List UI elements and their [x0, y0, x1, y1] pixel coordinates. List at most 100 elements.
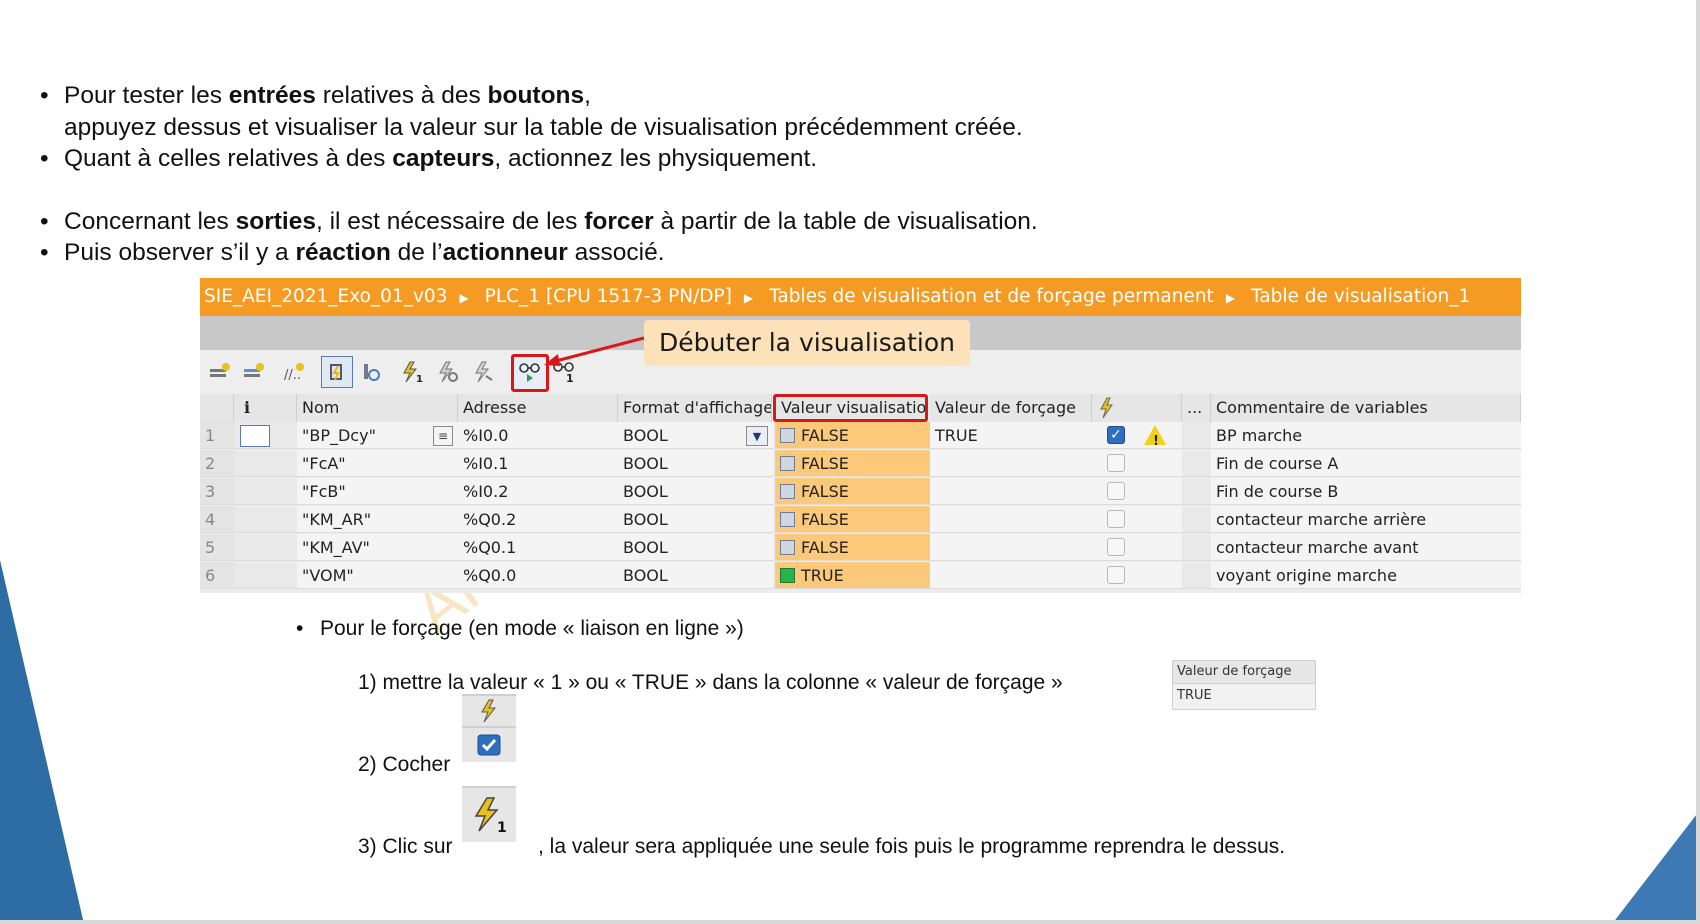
row-name-text: "VOM"	[302, 566, 354, 585]
row-name-text: "KM_AV"	[302, 538, 370, 557]
row-comment[interactable]: Fin de course A	[1211, 450, 1521, 477]
row-more	[1182, 534, 1211, 561]
row-comment[interactable]: Fin de course B	[1211, 478, 1521, 505]
row-address[interactable]: %I0.0	[458, 422, 618, 449]
col-address[interactable]: Adresse	[458, 394, 618, 422]
row-format[interactable]: BOOL	[618, 562, 773, 589]
text: appuyez dessus et visualiser la valeur s…	[64, 114, 1023, 141]
text: Quant à celles relatives à des	[64, 145, 393, 172]
row-name[interactable]: "FcA"	[297, 450, 458, 477]
row-format-text: BOOL	[623, 426, 668, 445]
breadcrumb-item[interactable]: Table de visualisation_1	[1247, 286, 1470, 307]
forcing-intro: • Pour le forçage (en mode « liaison en l…	[296, 616, 744, 642]
bullet-dot: •	[40, 208, 49, 235]
row-comment[interactable]: contacteur marche avant	[1211, 534, 1521, 561]
slide-bottom-edge	[0, 920, 1700, 924]
row-format-text: BOOL	[623, 510, 668, 529]
row-force-value[interactable]	[930, 478, 1092, 505]
row-info	[234, 422, 297, 449]
row-name[interactable]: "KM_AV"	[297, 534, 458, 561]
force-once-icon[interactable]: 1	[396, 356, 428, 388]
row-name[interactable]: "VOM"	[297, 562, 458, 589]
row-selection-box[interactable]	[240, 425, 270, 447]
row-force-value[interactable]	[930, 506, 1092, 533]
row-address[interactable]: %Q0.2	[458, 506, 618, 533]
checked-checkbox-icon	[477, 734, 501, 756]
add-row-icon[interactable]	[238, 356, 270, 388]
force-checkbox[interactable]	[1107, 538, 1125, 556]
monitor-icon[interactable]	[321, 356, 353, 388]
row-format[interactable]: BOOL ▼	[618, 422, 773, 449]
row-comment[interactable]: contacteur marche arrière	[1211, 506, 1521, 533]
bullet-dot: •	[296, 617, 304, 640]
force-all-icon[interactable]	[468, 356, 500, 388]
row-monitor-value-text: FALSE	[801, 482, 849, 501]
bold-text: sorties	[235, 208, 316, 235]
col-info[interactable]: i	[234, 394, 297, 422]
row-info	[234, 450, 297, 477]
row-name[interactable]: "FcB"	[297, 478, 458, 505]
row-force-value[interactable]: TRUE	[930, 422, 1092, 449]
col-name[interactable]: Nom	[297, 394, 458, 422]
row-address[interactable]: %Q0.0	[458, 562, 618, 589]
bullet-line: appuyez dessus et visualiser la valeur s…	[40, 112, 1023, 144]
force-checkbox[interactable]	[1107, 454, 1125, 472]
table-row: 5 "KM_AV" %Q0.1 BOOL FALSE contacteur marche …	[200, 534, 1521, 562]
breadcrumb-separator-icon: ▶	[1225, 291, 1236, 305]
row-monitor-value: TRUE	[775, 562, 930, 589]
row-force-flag	[1092, 450, 1182, 477]
col-format[interactable]: Format d'affichage	[618, 394, 772, 422]
breadcrumb-item[interactable]: PLC_1 [CPU 1517-3 PN/DP]	[481, 286, 732, 307]
chevron-down-icon[interactable]: ▼	[746, 426, 768, 446]
history-icon[interactable]	[355, 356, 387, 388]
text: , actionnez les physiquement.	[494, 145, 818, 172]
row-format[interactable]: BOOL	[618, 450, 773, 477]
text: , il est nécessaire de les	[315, 208, 585, 235]
row-comment[interactable]: voyant origine marche	[1211, 562, 1521, 589]
row-format[interactable]: BOOL	[618, 506, 773, 533]
force-checkbox[interactable]	[1107, 482, 1125, 500]
row-format-text: BOOL	[623, 566, 668, 585]
row-more	[1182, 422, 1211, 449]
tag-list-icon[interactable]: ≡	[433, 426, 453, 446]
text: Puis observer s’il y a	[64, 239, 296, 266]
row-name[interactable]: "BP_Dcy" ≡	[297, 422, 458, 449]
row-address[interactable]: %I0.1	[458, 450, 618, 477]
row-monitor-value-text: TRUE	[801, 566, 844, 585]
row-force-value[interactable]	[930, 562, 1092, 589]
text: Pour tester les	[64, 82, 229, 109]
row-monitor-value: FALSE	[775, 506, 930, 533]
bullet-dot: •	[40, 82, 49, 109]
force-checkbox[interactable]	[1107, 566, 1125, 584]
modify-icon[interactable]	[432, 356, 464, 388]
breadcrumb-separator-icon: ▶	[743, 291, 754, 305]
row-force-value[interactable]	[930, 534, 1092, 561]
col-force-value[interactable]: Valeur de forçage	[930, 394, 1092, 422]
force-checkbox[interactable]: ✓	[1107, 426, 1125, 444]
row-force-flag	[1092, 534, 1182, 561]
row-comment[interactable]: BP marche	[1211, 422, 1521, 449]
row-address[interactable]: %I0.2	[458, 478, 618, 505]
row-format[interactable]: BOOL	[618, 534, 773, 561]
row-monitor-value: FALSE	[775, 450, 930, 477]
row-format[interactable]: BOOL	[618, 478, 773, 505]
watch-table-panel: SIE_AEI_2021_Exo_01_v03 ▶ PLC_1 [CPU 1517-…	[200, 278, 1521, 593]
row-monitor-value-text: FALSE	[801, 510, 849, 529]
row-name[interactable]: "KM_AR"	[297, 506, 458, 533]
insert-row-icon[interactable]	[204, 356, 236, 388]
breadcrumb-item[interactable]: Tables de visualisation et de forçage pe…	[765, 286, 1214, 307]
col-force-flag[interactable]	[1092, 394, 1182, 422]
dots-icon[interactable]: //..	[278, 356, 310, 388]
row-force-flag	[1092, 562, 1182, 589]
text: à partir de la table de visualisation.	[653, 208, 1038, 235]
row-more	[1182, 506, 1211, 533]
col-comment[interactable]: Commentaire de variables	[1211, 394, 1521, 422]
bold-text: réaction	[295, 239, 391, 266]
row-address[interactable]: %Q0.1	[458, 534, 618, 561]
force-checkbox[interactable]	[1107, 510, 1125, 528]
col-more[interactable]: ...	[1182, 394, 1211, 422]
breadcrumb-item[interactable]: SIE_AEI_2021_Exo_01_v03	[200, 286, 447, 307]
force-once-example: 1	[462, 786, 516, 842]
row-force-value[interactable]	[930, 450, 1092, 477]
col-monitor-value[interactable]: Valeur visualisatio	[773, 394, 928, 422]
